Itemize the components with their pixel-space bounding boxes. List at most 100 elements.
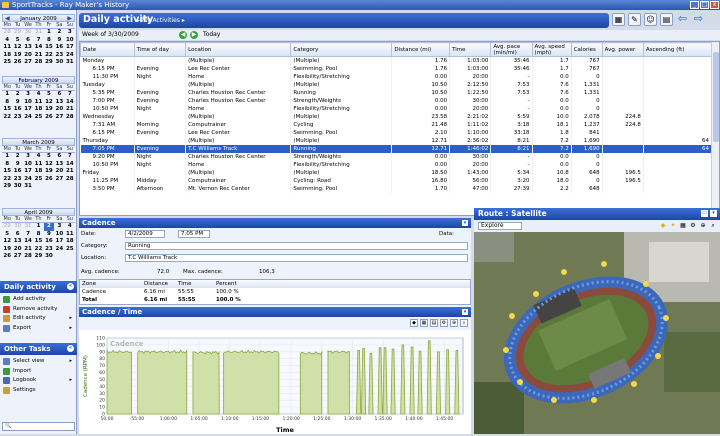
today-button[interactable]: Today xyxy=(203,30,220,40)
calendar-day[interactable]: 20 xyxy=(23,52,33,60)
calendar-day[interactable]: 18 xyxy=(33,168,43,176)
calendar-day[interactable]: 22 xyxy=(2,114,12,122)
calendar-day[interactable]: 15 xyxy=(33,238,43,246)
zone-column-header[interactable]: Percent xyxy=(214,280,254,288)
calendar-day[interactable]: 24 xyxy=(23,176,33,184)
column-header[interactable]: Avg. speed (mph) xyxy=(531,42,572,57)
table-row[interactable]: Friday (Multiple) (Multiple) 18.50 1:43:00 5:… xyxy=(80,168,713,177)
calendar-day[interactable]: 27 xyxy=(54,176,64,184)
table-row[interactable]: 10:50 PM Night Home Flexibility/Stretching 0… xyxy=(80,104,713,113)
calendar-day[interactable]: 25 xyxy=(33,176,43,184)
dropdown-icon[interactable]: ▾ xyxy=(710,210,717,217)
calendar-day[interactable]: 26 xyxy=(12,59,22,67)
calendar-day[interactable]: 19 xyxy=(44,168,54,176)
calendar-day[interactable]: 28 xyxy=(23,253,33,261)
calendar-day[interactable]: 11 xyxy=(2,44,12,52)
calendar-day[interactable]: 8 xyxy=(2,99,12,107)
zone-column-header[interactable]: Time xyxy=(176,280,214,288)
calendar-day[interactable]: 24 xyxy=(23,114,33,122)
calendar-day[interactable]: 16 xyxy=(54,44,64,52)
calendar-day[interactable]: 1 xyxy=(2,153,12,161)
table-row[interactable]: 11:30 PM Night Home Flexibility/Stretching 0… xyxy=(80,72,713,81)
calendar-day[interactable]: 19 xyxy=(12,52,22,60)
column-header[interactable]: Avg. power xyxy=(601,42,644,57)
calendar-day[interactable]: 18 xyxy=(65,238,75,246)
calendar-day[interactable]: 23 xyxy=(54,52,64,60)
calendar-day[interactable]: 5 xyxy=(2,231,12,239)
task-item[interactable]: Logbook ▸ xyxy=(3,376,75,385)
calendar-day[interactable]: 15 xyxy=(2,106,12,114)
calendar-day[interactable]: 14 xyxy=(65,161,75,169)
calendar-day[interactable]: 19 xyxy=(44,106,54,114)
breadcrumb[interactable]: ▸ My Activities ▸ xyxy=(137,17,185,24)
calendar-day[interactable]: 11 xyxy=(65,231,75,239)
prev-month-icon[interactable]: ◀ xyxy=(5,15,10,23)
calendar-day[interactable]: 29 xyxy=(2,223,12,231)
calendar-day[interactable]: 3 xyxy=(65,29,75,37)
calendar-day[interactable]: 17 xyxy=(54,238,64,246)
calendar-day[interactable]: 18 xyxy=(33,106,43,114)
table-row[interactable]: 7:00 PM Evening Charles Houston Rec Center… xyxy=(80,96,713,105)
calendar-day[interactable]: 1 xyxy=(33,223,43,231)
time-field[interactable]: 7:05 PM xyxy=(178,230,210,238)
zone-column-header[interactable]: Zone xyxy=(80,280,142,288)
calendar-day[interactable]: 19 xyxy=(2,246,12,254)
column-header[interactable]: Calories xyxy=(570,42,603,57)
calendar-day[interactable]: 7 xyxy=(33,37,43,45)
category-select[interactable]: Running xyxy=(125,242,468,250)
calendar-day[interactable]: 9 xyxy=(12,99,22,107)
minimize-button[interactable]: _ xyxy=(690,1,699,9)
calendar-day[interactable]: 5 xyxy=(44,153,54,161)
calendar-day[interactable]: 21 xyxy=(33,52,43,60)
task-item[interactable]: Remove activity xyxy=(3,305,75,314)
collapse-icon[interactable]: « xyxy=(67,345,74,352)
log-icon[interactable]: ▤ xyxy=(660,13,673,26)
location-select[interactable]: T.C Williams Track xyxy=(125,254,468,262)
table-scrollbar[interactable] xyxy=(711,42,719,215)
calendar-day[interactable]: 30 xyxy=(44,253,54,261)
maximize-button[interactable]: □ xyxy=(700,1,709,9)
calendar-day[interactable]: 11 xyxy=(33,161,43,169)
calendar-day[interactable]: 18 xyxy=(2,52,12,60)
grid-icon[interactable]: ▦ xyxy=(420,319,428,327)
calendar-day[interactable]: 23 xyxy=(44,246,54,254)
other-tasks-header[interactable]: Other Tasks « xyxy=(0,343,77,355)
table-row[interactable]: Thursday (Multiple) (Multiple) 12.71 2:36:02… xyxy=(80,136,713,145)
calendar-day[interactable]: 2 xyxy=(54,29,64,37)
calendar-view-icon[interactable]: ▦ xyxy=(612,13,625,26)
calendar-day[interactable]: 31 xyxy=(33,29,43,37)
shoe-icon[interactable]: ✎ xyxy=(628,13,641,26)
table-row[interactable]: 6:15 PM Evening Lee Rec Center Swimming: Po… xyxy=(80,128,713,137)
calendar-day[interactable]: 4 xyxy=(2,37,12,45)
collapse-icon[interactable]: « xyxy=(67,283,74,290)
calendar-day[interactable]: 20 xyxy=(54,168,64,176)
calendar-day[interactable]: 8 xyxy=(2,161,12,169)
table-row[interactable]: Wednesday (Multiple) (Multiple) 23.58 2:21:0… xyxy=(80,112,713,121)
calendar-day[interactable]: 27 xyxy=(12,253,22,261)
table-row[interactable]: 7:31 AM Morning Computrainer Cycling 21.48 1:… xyxy=(80,120,713,129)
calendar-day[interactable]: 29 xyxy=(44,59,54,67)
column-header[interactable]: Time of day xyxy=(133,42,187,57)
calendar-day[interactable]: 6 xyxy=(54,153,64,161)
calendar-day[interactable]: 8 xyxy=(33,231,43,239)
calendar-day[interactable]: 25 xyxy=(2,59,12,67)
calendar-day[interactable]: 2 xyxy=(12,153,22,161)
calendar-day[interactable]: 29 xyxy=(2,183,12,191)
calendar-day[interactable]: 25 xyxy=(65,246,75,254)
calendar-day[interactable]: 2 xyxy=(12,91,22,99)
table-row[interactable]: 5:35 PM Evening Charles Houston Rec Center… xyxy=(80,88,713,97)
task-item[interactable]: Edit activity ▸ xyxy=(3,314,75,323)
calendar-day[interactable]: 3 xyxy=(54,223,64,231)
pin-icon[interactable]: ✦ xyxy=(669,222,677,230)
cadence-chart[interactable]: 0 10 20 30 40 50 60 70 80 90 100 110 50:00 55:00 1:00:… xyxy=(79,330,471,434)
calendar-day[interactable]: 30 xyxy=(12,183,22,191)
calendar-day[interactable]: 31 xyxy=(65,59,75,67)
calendar-day[interactable]: 10 xyxy=(54,231,64,239)
calendar-day[interactable]: 23 xyxy=(12,176,22,184)
prev-week-icon[interactable]: ◀ xyxy=(179,31,187,39)
task-item[interactable]: Settings xyxy=(3,386,75,395)
calendar-day[interactable]: 27 xyxy=(54,114,64,122)
zone-column-header[interactable]: Distance xyxy=(142,280,176,288)
calendar-day[interactable]: 9 xyxy=(12,161,22,169)
map-layer-icon[interactable]: ▦ xyxy=(679,222,687,230)
